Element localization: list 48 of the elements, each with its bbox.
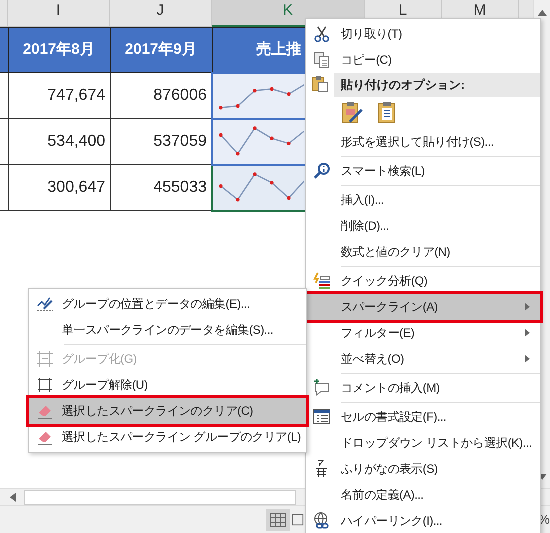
menu-item[interactable]: 削除(D)...: [306, 213, 540, 239]
menu-item[interactable]: ハイパーリンク(I)...: [306, 508, 540, 533]
menu-item[interactable]: 選択したスパークライン グループのクリア(L): [29, 424, 306, 450]
copy-icon: [313, 51, 331, 69]
table-header-cell: 2017年9月: [110, 28, 212, 72]
menu-item[interactable]: グループ解除(U): [29, 372, 306, 398]
menu-item[interactable]: スパークライン(A): [306, 294, 540, 320]
normal-view-button[interactable]: [266, 508, 290, 530]
menu-item[interactable]: 数式と値のクリア(N): [306, 239, 540, 265]
group-icon: [36, 350, 54, 368]
table-header-cell: 2017年8月: [8, 28, 110, 72]
format-cells-icon: [313, 408, 331, 426]
table-cell: 534,400: [8, 118, 110, 164]
menu-item: グループ化(G): [29, 346, 306, 372]
menu-item[interactable]: 挿入(I)...: [306, 187, 540, 213]
sparkline[interactable]: [212, 118, 305, 164]
ungroup-icon: [36, 376, 54, 394]
hyperlink-icon: [313, 512, 331, 530]
comment-icon: [313, 379, 331, 397]
menu-item[interactable]: コピー(C): [306, 47, 540, 73]
menu-item[interactable]: 形式を選択して貼り付け(S)...: [306, 129, 540, 155]
sparkline[interactable]: [212, 72, 305, 118]
sparkline[interactable]: [212, 164, 305, 210]
menu-item[interactable]: セルの書式設定(F)...: [306, 404, 540, 430]
menu-item[interactable]: 単一スパークラインのデータを編集(S)...: [29, 317, 306, 343]
menu-item[interactable]: スマート検索(L): [306, 158, 540, 184]
menu-item[interactable]: 選択したスパークラインのクリア(C): [29, 398, 306, 424]
menu-item[interactable]: 名前の定義(A)...: [306, 482, 540, 508]
clipboard-icon: [312, 75, 330, 93]
menu-item[interactable]: コメントの挿入(M): [306, 375, 540, 401]
search-icon: [313, 162, 331, 180]
menu-item[interactable]: ふりがなの表示(S): [306, 456, 540, 482]
paste-formatting-icon[interactable]: [341, 100, 365, 126]
menu-item[interactable]: クイック分析(Q): [306, 268, 540, 294]
scissors-icon: [313, 25, 331, 43]
edit-sparkline-icon: [36, 295, 54, 313]
quick-analysis-icon: [313, 272, 331, 290]
menu-item[interactable]: フィルター(E): [306, 320, 540, 346]
table-cell: 300,647: [8, 164, 110, 210]
menu-section-title: 貼り付けのオプション:: [341, 77, 465, 94]
table-cell: 747,674: [8, 72, 110, 118]
table-header-cell: 売上推: [212, 28, 305, 72]
horizontal-scrollbar[interactable]: [24, 490, 296, 504]
scroll-left-icon[interactable]: [10, 492, 16, 502]
menu-item[interactable]: 並べ替え(O): [306, 346, 540, 372]
scroll-up-icon[interactable]: [538, 10, 547, 16]
menu-item[interactable]: グループの位置とデータの編集(E)...: [29, 291, 306, 317]
menu-item[interactable]: ドロップダウン リストから選択(K)...: [306, 430, 540, 456]
